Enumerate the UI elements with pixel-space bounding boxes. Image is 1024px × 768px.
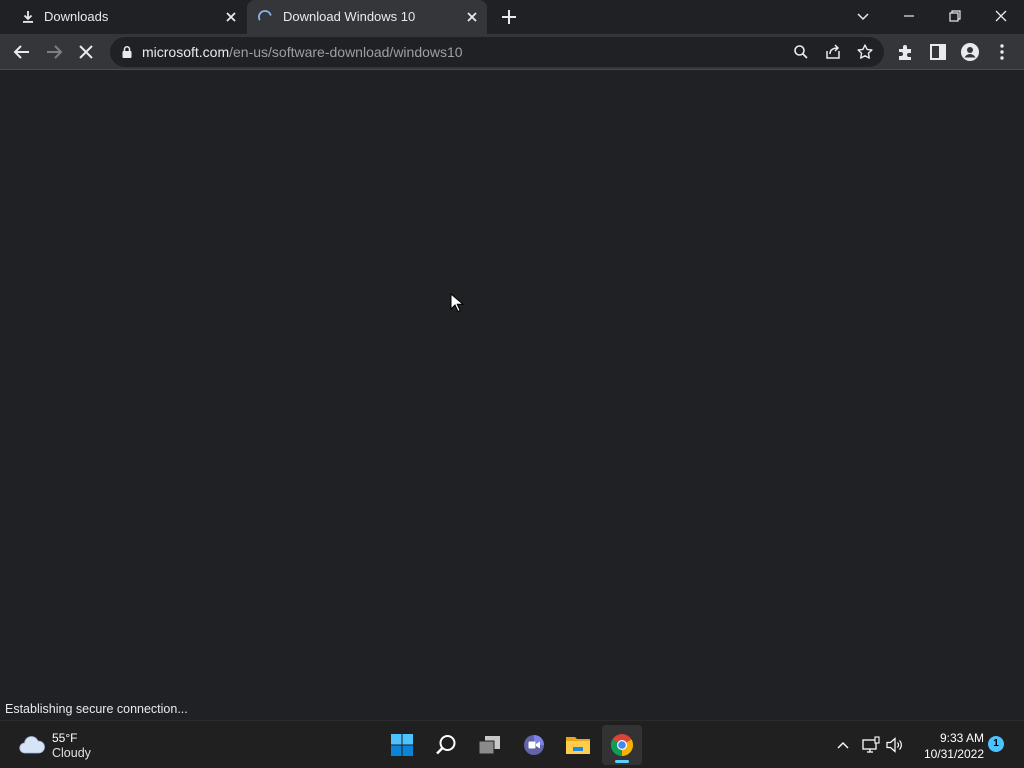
close-icon[interactable]	[463, 8, 481, 26]
url-text[interactable]: microsoft.com/en-us/software-download/wi…	[142, 44, 463, 60]
clock-time: 9:33 AM	[939, 731, 984, 745]
task-view-icon	[478, 736, 500, 755]
start-button[interactable]	[382, 725, 422, 765]
cloud-icon	[19, 736, 45, 754]
profile-avatar-icon[interactable]	[959, 41, 981, 63]
lock-icon[interactable]	[120, 45, 134, 59]
weather-temperature: 55°F	[52, 731, 78, 745]
volume-icon[interactable]	[885, 735, 905, 755]
clock-date: 10/31/2022	[923, 747, 984, 761]
download-icon	[23, 11, 33, 23]
chrome-taskbar-button[interactable]	[602, 725, 642, 765]
teams-chat-button[interactable]	[514, 725, 554, 765]
taskbar-search-button[interactable]	[426, 725, 466, 765]
search-icon[interactable]	[792, 43, 810, 61]
chrome-icon	[611, 734, 633, 756]
stop-loading-button[interactable]	[75, 41, 97, 63]
bookmark-star-icon[interactable]	[856, 43, 874, 61]
status-bubble: Establishing secure connection...	[0, 700, 193, 720]
file-explorer-icon	[566, 737, 590, 754]
search-icon	[436, 735, 456, 755]
browser-toolbar: microsoft.com/en-us/software-download/wi…	[0, 34, 1024, 70]
new-tab-button[interactable]	[498, 6, 520, 28]
url-path: /en-us/software-download/windows10	[229, 44, 463, 60]
extensions-icon[interactable]	[895, 41, 917, 63]
mouse-cursor-icon	[450, 293, 464, 313]
address-bar[interactable]: microsoft.com/en-us/software-download/wi…	[110, 37, 884, 67]
menu-kebab-icon[interactable]	[991, 41, 1013, 63]
share-icon[interactable]	[824, 43, 842, 61]
url-host: microsoft.com	[142, 44, 230, 60]
start-icon	[391, 734, 413, 756]
network-icon[interactable]	[861, 735, 881, 755]
weather-condition: Cloudy	[52, 746, 91, 760]
page-content-area	[0, 71, 1024, 720]
show-hidden-icons-chevron-icon[interactable]	[833, 735, 853, 755]
tab-strip: Downloads Download Windows 10	[0, 0, 1024, 34]
task-view-button[interactable]	[470, 725, 510, 765]
tab-title: Download Windows 10	[283, 9, 416, 24]
system-clock[interactable]: 9:33 AM 10/31/2022	[910, 730, 984, 762]
tab-downloads[interactable]: Downloads	[0, 0, 246, 34]
minimize-button[interactable]	[897, 4, 921, 28]
windows-taskbar: 55°F Cloudy 9:33 AM 10/31/2022 1	[0, 720, 1024, 768]
file-explorer-button[interactable]	[558, 725, 598, 765]
tab-title: Downloads	[44, 9, 109, 24]
back-button[interactable]	[11, 41, 33, 63]
close-icon[interactable]	[222, 8, 240, 26]
close-window-button[interactable]	[989, 4, 1013, 28]
restore-button[interactable]	[943, 4, 967, 28]
side-panel-icon[interactable]	[927, 41, 949, 63]
notification-badge[interactable]: 1	[988, 736, 1004, 752]
teams-chat-icon	[524, 735, 544, 755]
loading-spinner-icon	[258, 10, 272, 21]
tab-download-windows-10[interactable]: Download Windows 10	[247, 0, 487, 34]
active-app-indicator	[615, 760, 629, 763]
tab-search-chevron-icon[interactable]	[851, 4, 875, 28]
forward-button[interactable]	[43, 41, 65, 63]
